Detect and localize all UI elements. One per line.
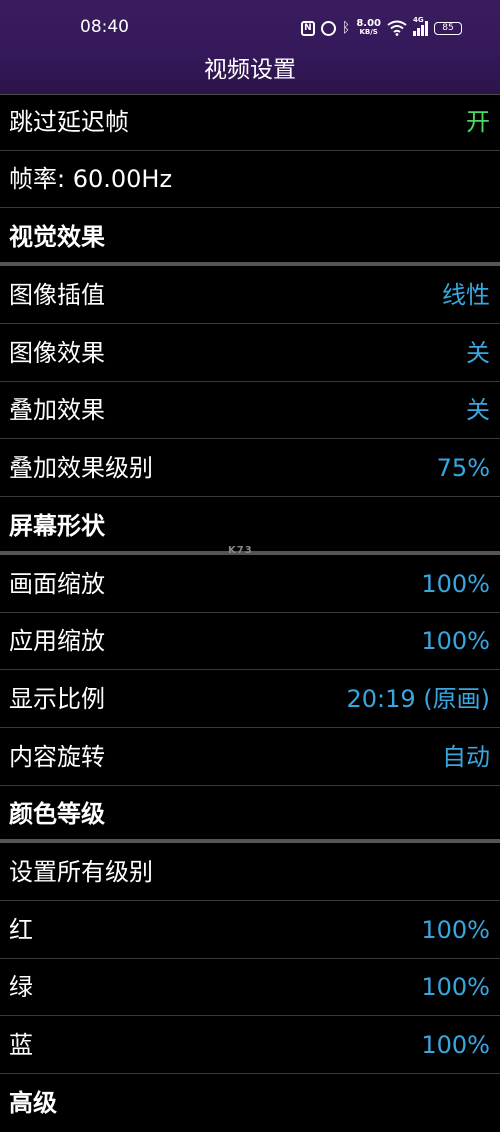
section-visual-effects: 视觉效果 [0, 209, 500, 266]
net-speed-value: 8.00 [356, 18, 381, 29]
setting-value: 20:19 (原画) [346, 685, 490, 713]
setting-label: 图像效果 [9, 339, 105, 367]
section-label: 颜色等级 [9, 800, 105, 828]
nfc-icon: N [300, 20, 315, 36]
setting-green[interactable]: 绿 100% [0, 959, 500, 1016]
setting-label: 红 [9, 916, 33, 944]
setting-label: 显示比例 [9, 685, 105, 713]
setting-value: 100% [421, 627, 490, 655]
setting-label: 内容旋转 [9, 743, 105, 771]
section-label: 屏幕形状 [9, 512, 105, 540]
setting-label: 跳过延迟帧 [9, 108, 129, 136]
watermark: K73 [228, 545, 253, 556]
setting-label: 设置所有级别 [9, 858, 153, 886]
setting-label: 叠加效果 [9, 396, 105, 424]
alarm-icon [320, 20, 336, 36]
setting-value: 开 [466, 108, 490, 136]
setting-image-effect[interactable]: 图像效果 关 [0, 325, 500, 382]
section-color-levels: 颜色等级 [0, 786, 500, 843]
setting-value: 关 [466, 396, 490, 424]
setting-frame-rate: 帧率: 60.00Hz [0, 151, 500, 208]
signal-icon: 4G [413, 16, 428, 36]
setting-label: 应用缩放 [9, 627, 105, 655]
page-title: 视频设置 [204, 57, 296, 83]
setting-overlay-effect[interactable]: 叠加效果 关 [0, 382, 500, 439]
setting-overlay-level[interactable]: 叠加效果级别 75% [0, 440, 500, 497]
setting-skip-late-frames[interactable]: 跳过延迟帧 开 [0, 94, 500, 151]
setting-value: 线性 [442, 281, 490, 309]
setting-value: 100% [421, 973, 490, 1001]
setting-image-interpolation[interactable]: 图像插值 线性 [0, 267, 500, 324]
setting-blue[interactable]: 蓝 100% [0, 1017, 500, 1074]
status-icons: N ᛒ 8.00 KB/S 4G 85 [300, 16, 462, 39]
setting-value: 自动 [442, 743, 490, 771]
signal-label: 4G [413, 15, 424, 24]
bluetooth-icon: ᛒ [341, 20, 351, 36]
setting-label: 帧率: 60.00Hz [9, 165, 173, 193]
net-speed: 8.00 KB/S [356, 18, 381, 37]
setting-value: 100% [421, 916, 490, 944]
app-header: 08:40 N ᛒ 8.00 KB/S 4G 85 视频设置 [0, 0, 500, 95]
setting-value: 关 [466, 339, 490, 367]
setting-picture-scale[interactable]: 画面缩放 100% [0, 556, 500, 613]
section-label: 视觉效果 [9, 223, 105, 251]
setting-value: 75% [436, 454, 490, 482]
setting-aspect-ratio[interactable]: 显示比例 20:19 (原画) [0, 671, 500, 728]
setting-app-scale[interactable]: 应用缩放 100% [0, 613, 500, 670]
wifi-icon [387, 20, 407, 36]
setting-label: 画面缩放 [9, 570, 105, 598]
setting-label: 绿 [9, 973, 33, 1001]
setting-red[interactable]: 红 100% [0, 902, 500, 959]
setting-content-rotation[interactable]: 内容旋转 自动 [0, 729, 500, 786]
battery-icon: 85 [434, 21, 462, 35]
status-time: 08:40 [80, 17, 129, 37]
setting-label: 叠加效果级别 [9, 454, 153, 482]
setting-label: 蓝 [9, 1031, 33, 1059]
setting-value: 100% [421, 570, 490, 598]
setting-value: 100% [421, 1031, 490, 1059]
setting-label: 图像插值 [9, 281, 105, 309]
setting-all-levels[interactable]: 设置所有级别 [0, 844, 500, 901]
section-label: 高级 [9, 1089, 57, 1117]
net-speed-unit: KB/S [359, 28, 378, 36]
section-advanced: 高级 [0, 1075, 500, 1132]
